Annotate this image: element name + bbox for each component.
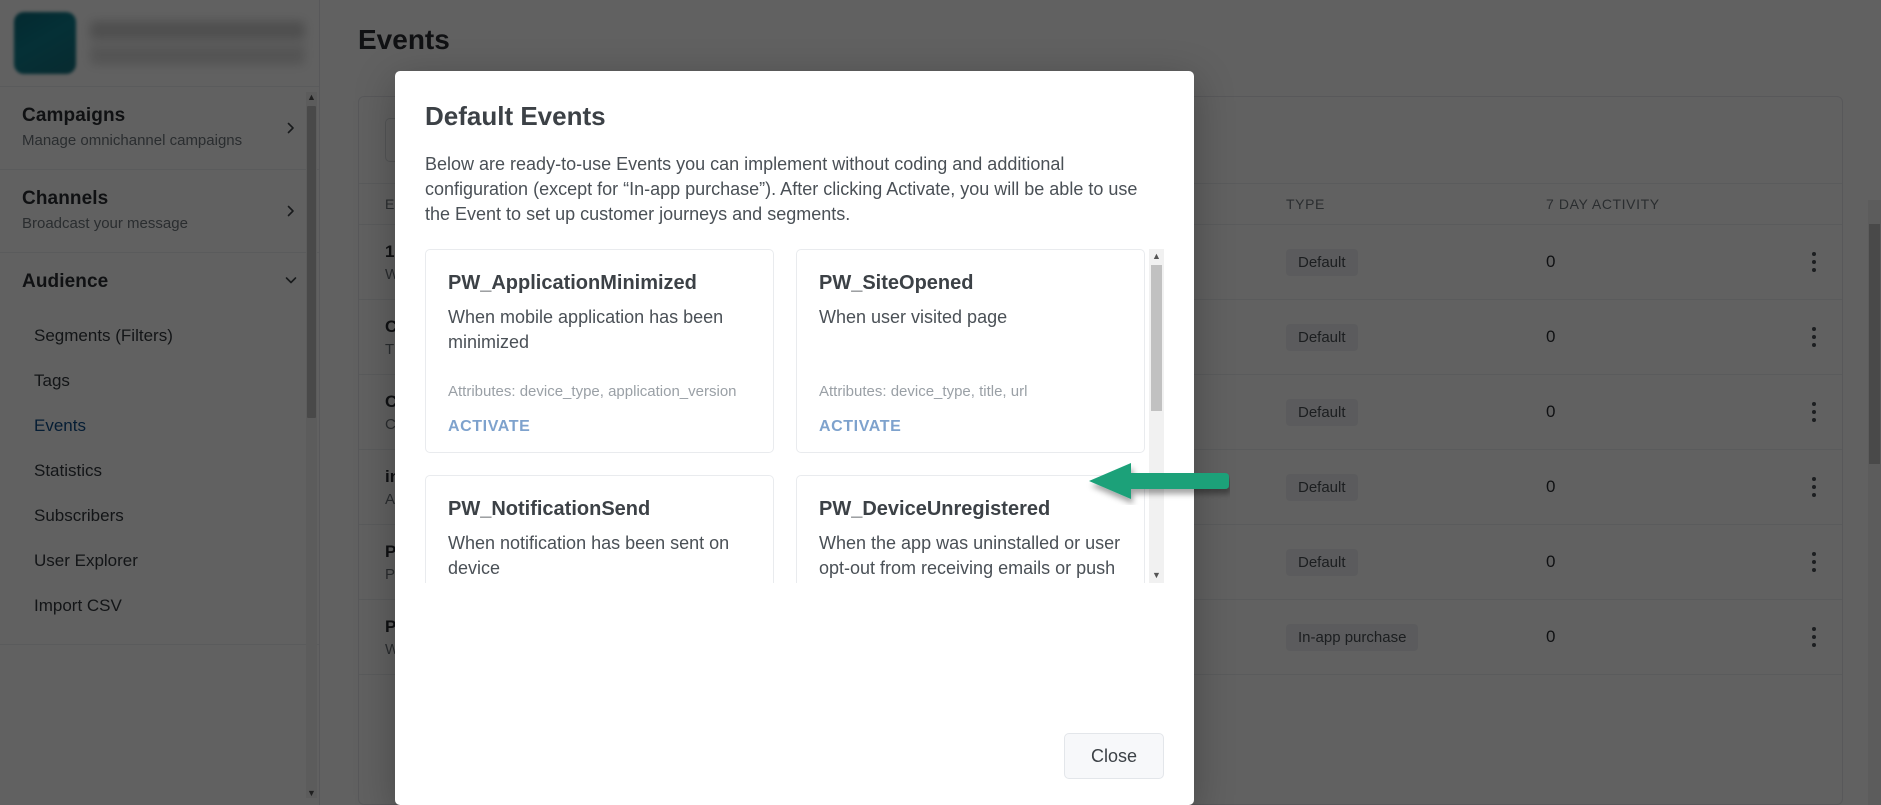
event-card-description: When user visited page	[819, 305, 1122, 330]
dialog-scrollbar-thumb[interactable]	[1151, 265, 1162, 411]
event-card-description: When mobile application has been minimiz…	[448, 305, 751, 355]
dialog-scroll-area: PW_ApplicationMinimized When mobile appl…	[425, 249, 1164, 583]
event-card-title: PW_SiteOpened	[819, 272, 1122, 295]
event-card-title: PW_DeviceUnregistered	[819, 498, 1122, 521]
event-card-attributes: Attributes: device_type, application_ver…	[448, 371, 751, 400]
close-button[interactable]: Close	[1064, 733, 1164, 779]
dialog-header: Default Events Below are ready-to-use Ev…	[395, 71, 1194, 227]
event-card-description: When notification has been sent on devic…	[448, 531, 751, 581]
dialog-scrollbar[interactable]: ▲ ▼	[1149, 249, 1164, 583]
activate-button[interactable]: ACTIVATE	[819, 418, 901, 436]
app-root: Campaigns Manage omnichannel campaigns C…	[0, 0, 1881, 805]
dialog-footer: Close	[395, 733, 1194, 805]
event-card[interactable]: PW_DeviceUnregistered When the app was u…	[796, 475, 1145, 583]
caret-down-icon[interactable]: ▼	[1152, 570, 1161, 581]
default-events-card-grid: PW_ApplicationMinimized When mobile appl…	[425, 249, 1145, 583]
event-card-attributes: Attributes: device_type, title, url	[819, 371, 1122, 400]
event-card-title: PW_ApplicationMinimized	[448, 272, 751, 295]
event-card-description: When the app was uninstalled or user opt…	[819, 531, 1122, 583]
default-events-dialog: Default Events Below are ready-to-use Ev…	[395, 71, 1194, 805]
dialog-title: Default Events	[425, 101, 1164, 132]
event-card-title: PW_NotificationSend	[448, 498, 751, 521]
event-card[interactable]: PW_ApplicationMinimized When mobile appl…	[425, 249, 774, 453]
activate-button[interactable]: ACTIVATE	[448, 418, 530, 436]
event-card[interactable]: PW_NotificationSend When notification ha…	[425, 475, 774, 583]
dialog-description: Below are ready-to-use Events you can im…	[425, 152, 1165, 227]
event-card[interactable]: PW_SiteOpened When user visited page Att…	[796, 249, 1145, 453]
caret-up-icon[interactable]: ▲	[1152, 251, 1161, 262]
